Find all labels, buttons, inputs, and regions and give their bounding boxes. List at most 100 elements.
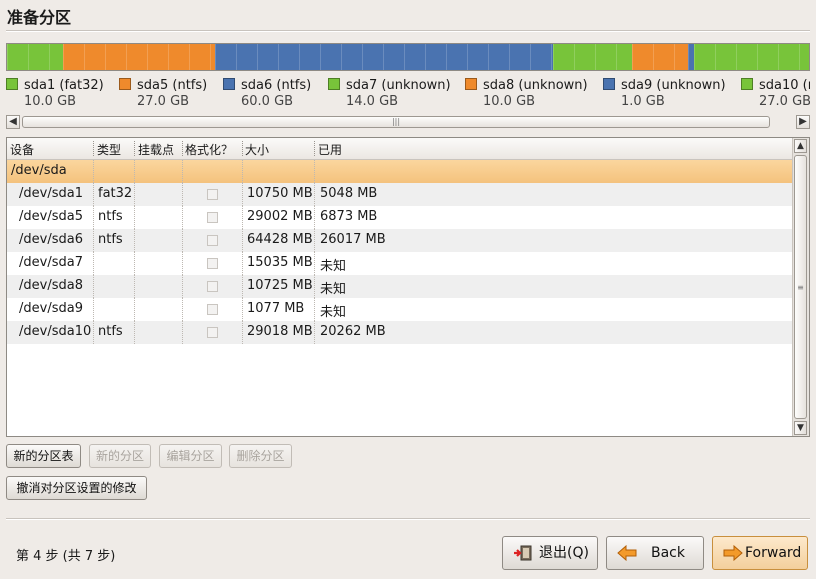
format-checkbox[interactable] (207, 258, 218, 269)
cell-used: 26017 MB (320, 232, 386, 247)
header-size[interactable]: 大小 (245, 141, 269, 158)
scroll-right-icon[interactable]: ▶ (796, 115, 810, 129)
format-checkbox[interactable] (207, 189, 218, 200)
scroll-down-icon[interactable]: ▼ (794, 421, 807, 435)
format-checkbox[interactable] (207, 327, 218, 338)
column-divider (182, 183, 183, 206)
cell-used: 6873 MB (320, 209, 378, 224)
column-divider (242, 275, 243, 298)
cell-size: 10750 MB (247, 186, 313, 201)
table-row[interactable]: /dev/sda8 10725 MB 未知 (7, 275, 793, 298)
column-divider (314, 298, 315, 321)
column-divider (182, 252, 183, 275)
page-title: 准备分区 (7, 8, 72, 27)
cell-size: 29018 MB (247, 324, 313, 339)
cell-device: /dev/sda7 (19, 255, 83, 270)
partition-segment-sda6 (215, 44, 553, 70)
cell-type: fat32 (98, 186, 133, 201)
column-divider (182, 160, 183, 183)
header-mount[interactable]: 挂载点 (138, 141, 174, 158)
legend-horizontal-scrollbar[interactable]: ◀ ||| ▶ (6, 115, 810, 129)
legend-size: 1.0 GB (621, 94, 665, 109)
table-row[interactable]: /dev/sda9 1077 MB 未知 (7, 298, 793, 321)
scroll-up-icon[interactable]: ▲ (794, 139, 807, 153)
exit-door-icon (514, 545, 532, 561)
legend-name: sda6 (ntfs) (241, 78, 312, 93)
forward-button[interactable]: Forward (712, 536, 808, 570)
column-divider (93, 298, 94, 321)
column-divider (242, 183, 243, 206)
table-row[interactable]: /dev/sda5 ntfs 29002 MB 6873 MB (7, 206, 793, 229)
revert-changes-button[interactable]: 撤消对分区设置的修改 (6, 476, 147, 500)
table-row[interactable]: /dev/sda6 ntfs 64428 MB 26017 MB (7, 229, 793, 252)
legend-size: 14.0 GB (346, 94, 399, 109)
cell-device: /dev/sda10 (19, 324, 92, 339)
scroll-thumb[interactable]: ||| (22, 116, 770, 128)
partition-segment-sda10 (694, 44, 809, 70)
format-checkbox[interactable] (207, 281, 218, 292)
format-checkbox[interactable] (207, 304, 218, 315)
header-format[interactable]: 格式化？ (185, 141, 233, 158)
partition-segment-sda8 (632, 44, 688, 70)
column-divider (314, 206, 315, 229)
new-partition-button[interactable]: 新的分区 (89, 444, 151, 468)
column-divider (242, 206, 243, 229)
header-device[interactable]: 设备 (10, 141, 34, 158)
cell-size: 1077 MB (247, 301, 305, 316)
cell-device: /dev/sda (11, 163, 67, 178)
cell-used: 未知 (320, 259, 347, 274)
legend-size: 60.0 GB (241, 94, 294, 109)
quit-label: 退出(Q) (539, 545, 589, 561)
format-checkbox[interactable] (207, 212, 218, 223)
partition-usage-bar (6, 43, 810, 71)
legend-swatch (119, 78, 131, 90)
title-separator (6, 30, 810, 32)
scroll-track[interactable]: ||| (22, 115, 794, 129)
arrow-right-icon (723, 545, 743, 561)
column-divider (314, 229, 315, 252)
column-divider (93, 229, 94, 252)
table-row-disk[interactable]: /dev/sda (7, 160, 793, 183)
scroll-thumb[interactable]: ≡ (794, 155, 807, 419)
column-divider (242, 229, 243, 252)
legend-swatch (223, 78, 235, 90)
table-row[interactable]: /dev/sda1 fat32 10750 MB 5048 MB (7, 183, 793, 206)
column-divider (314, 141, 315, 156)
legend-name: sda1 (fat32) (24, 78, 104, 93)
format-checkbox[interactable] (207, 235, 218, 246)
cell-size: 29002 MB (247, 209, 313, 224)
legend-swatch (328, 78, 340, 90)
new-partition-table-button[interactable]: 新的分区表 (6, 444, 81, 468)
table-vertical-scrollbar[interactable]: ▲ ≡ ▼ (792, 138, 809, 436)
cell-size: 10725 MB (247, 278, 313, 293)
column-divider (182, 321, 183, 344)
column-divider (93, 275, 94, 298)
table-row[interactable]: /dev/sda10 ntfs 29018 MB 20262 MB (7, 321, 793, 344)
legend-swatch (6, 78, 18, 90)
cell-used: 20262 MB (320, 324, 386, 339)
cell-used: 5048 MB (320, 186, 378, 201)
edit-partition-button[interactable]: 编辑分区 (159, 444, 222, 468)
header-used[interactable]: 已用 (318, 141, 342, 158)
cell-size: 64428 MB (247, 232, 313, 247)
quit-button[interactable]: 退出(Q) (502, 536, 598, 570)
column-divider (314, 183, 315, 206)
cell-size: 15035 MB (247, 255, 313, 270)
column-divider (182, 229, 183, 252)
back-label: Back (651, 545, 685, 561)
cell-device: /dev/sda5 (19, 209, 83, 224)
delete-partition-button[interactable]: 删除分区 (229, 444, 292, 468)
column-divider (182, 275, 183, 298)
column-divider (134, 160, 135, 183)
header-type[interactable]: 类型 (97, 141, 121, 158)
arrow-left-icon (617, 545, 637, 561)
scroll-left-icon[interactable]: ◀ (6, 115, 20, 129)
table-header: 设备 类型 挂载点 格式化？ 大小 已用 (7, 138, 793, 160)
forward-label: Forward (745, 545, 802, 561)
column-divider (93, 206, 94, 229)
cell-type: ntfs (98, 209, 123, 224)
back-button[interactable]: Back (606, 536, 704, 570)
legend-swatch (603, 78, 615, 90)
partition-table[interactable]: 设备 类型 挂载点 格式化？ 大小 已用 /dev/sda /dev/sda1 … (6, 137, 810, 437)
table-row[interactable]: /dev/sda7 15035 MB 未知 (7, 252, 793, 275)
